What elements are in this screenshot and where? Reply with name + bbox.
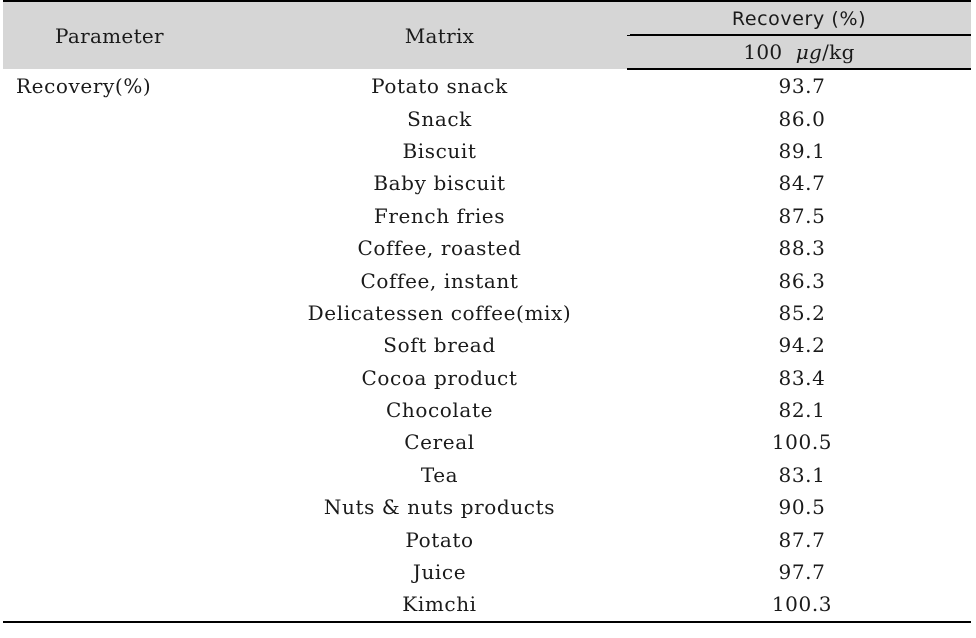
value-cell: 82.1 [778,398,826,423]
parameter-cell: Recovery(%) [16,73,152,98]
parameter-cell [3,523,252,555]
matrix-cell: Nuts & nuts products [323,495,556,520]
matrix-cell: Cocoa product [361,365,518,390]
parameter-cell [3,135,252,167]
parameter-cell [3,297,252,329]
value-cell: 83.1 [778,462,826,487]
table-row: Snack 86.0 [3,102,971,134]
table-row: Biscuit 89.1 [3,135,971,167]
parameter-cell [3,167,252,199]
table-row: Cereal 100.5 [3,426,971,458]
table-row: Chocolate 82.1 [3,394,971,426]
matrix-cell: Coffee, roasted [357,236,522,261]
matrix-cell: Kimchi [252,588,627,623]
table-row: Delicatessen coffee(mix) 85.2 [3,297,971,329]
value-cell: 100.3 [627,588,971,623]
matrix-cell: Coffee, instant [360,268,519,293]
recovery-table: Parameter Matrix Recovery (%) 100 μg/kg … [3,0,971,623]
header-recovery-group: Recovery (%) [627,0,971,36]
value-cell: 85.2 [778,300,826,325]
table-row: French fries 87.5 [3,200,971,232]
table-row: Cocoa product 83.4 [3,362,971,394]
value-cell: 94.2 [778,333,826,358]
matrix-cell: Cereal [404,430,475,455]
concentration-unit-mu: μg [795,40,823,64]
matrix-cell: Soft bread [383,333,496,358]
matrix-cell: Delicatessen coffee(mix) [307,300,572,325]
header-concentration: 100 μg/kg [627,35,971,70]
table-row: Coffee, roasted 88.3 [3,232,971,264]
concentration-unit-rest: /kg [822,40,855,64]
parameter-cell [3,200,252,232]
table-row: Juice 97.7 [3,556,971,588]
matrix-cell: Tea [420,462,459,487]
value-cell: 84.7 [778,171,826,196]
parameter-cell [3,362,252,394]
value-cell: 100.5 [771,430,833,455]
matrix-cell: Baby biscuit [373,171,506,196]
value-cell: 90.5 [778,495,826,520]
header-row-top: Parameter Matrix Recovery (%) [3,0,971,69]
recovery-table-container: Parameter Matrix Recovery (%) 100 μg/kg … [3,0,971,623]
value-cell: 83.4 [778,365,826,390]
parameter-cell [3,232,252,264]
table-row: Kimchi 100.3 [3,588,971,623]
table-header: Parameter Matrix Recovery (%) 100 μg/kg [3,0,971,70]
value-cell: 86.0 [778,106,826,131]
value-cell: 97.7 [778,560,826,585]
table-row: Soft bread 94.2 [3,329,971,361]
matrix-cell: Potato [405,527,474,552]
parameter-cell [3,556,252,588]
value-cell: 88.3 [778,236,826,261]
parameter-cell [3,264,252,296]
matrix-cell: Biscuit [402,138,477,163]
matrix-cell: Potato snack [371,73,508,98]
matrix-cell: Snack [407,106,472,131]
table-row: Baby biscuit 84.7 [3,167,971,199]
table-body: Recovery(%) Potato snack 93.7 Snack 86.0… [3,69,971,623]
value-cell: 89.1 [778,138,826,163]
value-cell: 86.3 [778,268,826,293]
table-row: Recovery(%) Potato snack 93.7 [3,69,971,102]
matrix-cell: Juice [412,560,467,585]
parameter-cell [3,588,252,623]
parameter-cell [3,426,252,458]
parameter-cell [3,491,252,523]
concentration-value: 100 [743,40,783,64]
parameter-cell [3,459,252,491]
parameter-cell [3,329,252,361]
header-parameter: Parameter [3,0,252,69]
parameter-cell [3,394,252,426]
matrix-cell: French fries [373,203,506,228]
value-cell: 87.7 [778,527,826,552]
value-cell: 87.5 [778,203,826,228]
parameter-cell [3,102,252,134]
table-row: Tea 83.1 [3,459,971,491]
value-cell: 93.7 [778,74,826,99]
header-matrix: Matrix [252,0,627,69]
table-row: Coffee, instant 86.3 [3,264,971,296]
table-row: Potato 87.7 [3,523,971,555]
matrix-cell: Chocolate [385,398,494,423]
table-row: Nuts & nuts products 90.5 [3,491,971,523]
